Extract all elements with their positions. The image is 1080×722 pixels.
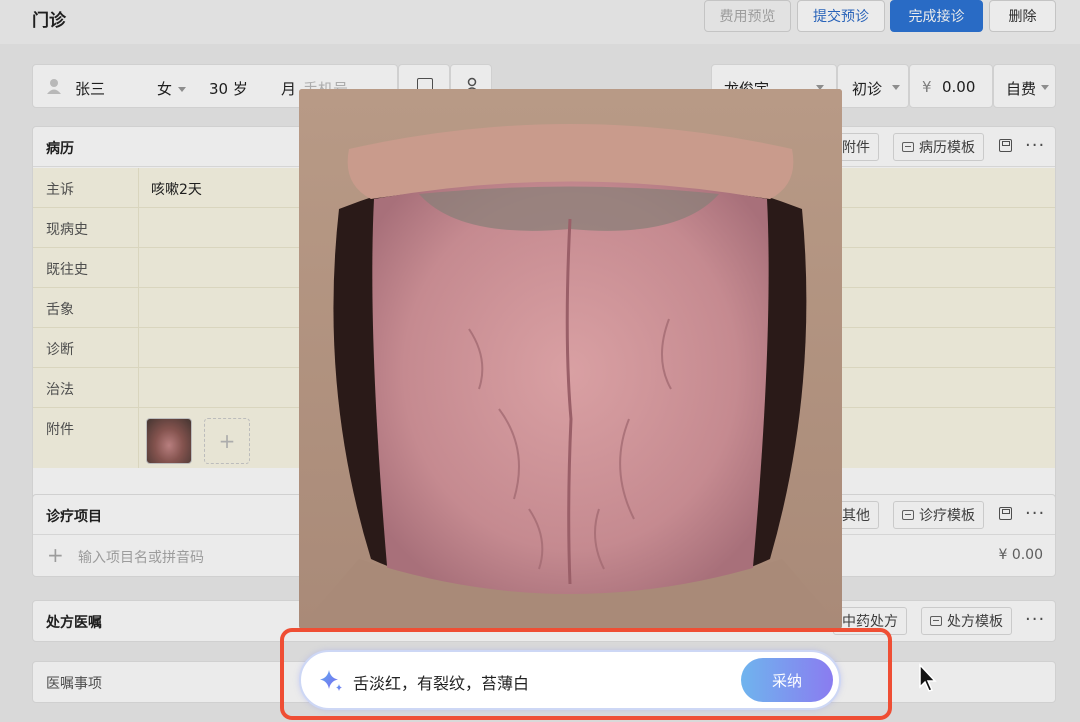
tongue-photo-preview — [299, 89, 842, 629]
mouse-cursor-icon — [918, 663, 938, 693]
ai-suggestion-bar: 舌淡红，有裂纹，苔薄白 采纳 — [299, 650, 841, 710]
ai-suggestion-text: 舌淡红，有裂纹，苔薄白 — [353, 674, 530, 693]
sparkle-icon — [318, 668, 344, 694]
accept-button[interactable]: 采纳 — [741, 658, 833, 702]
